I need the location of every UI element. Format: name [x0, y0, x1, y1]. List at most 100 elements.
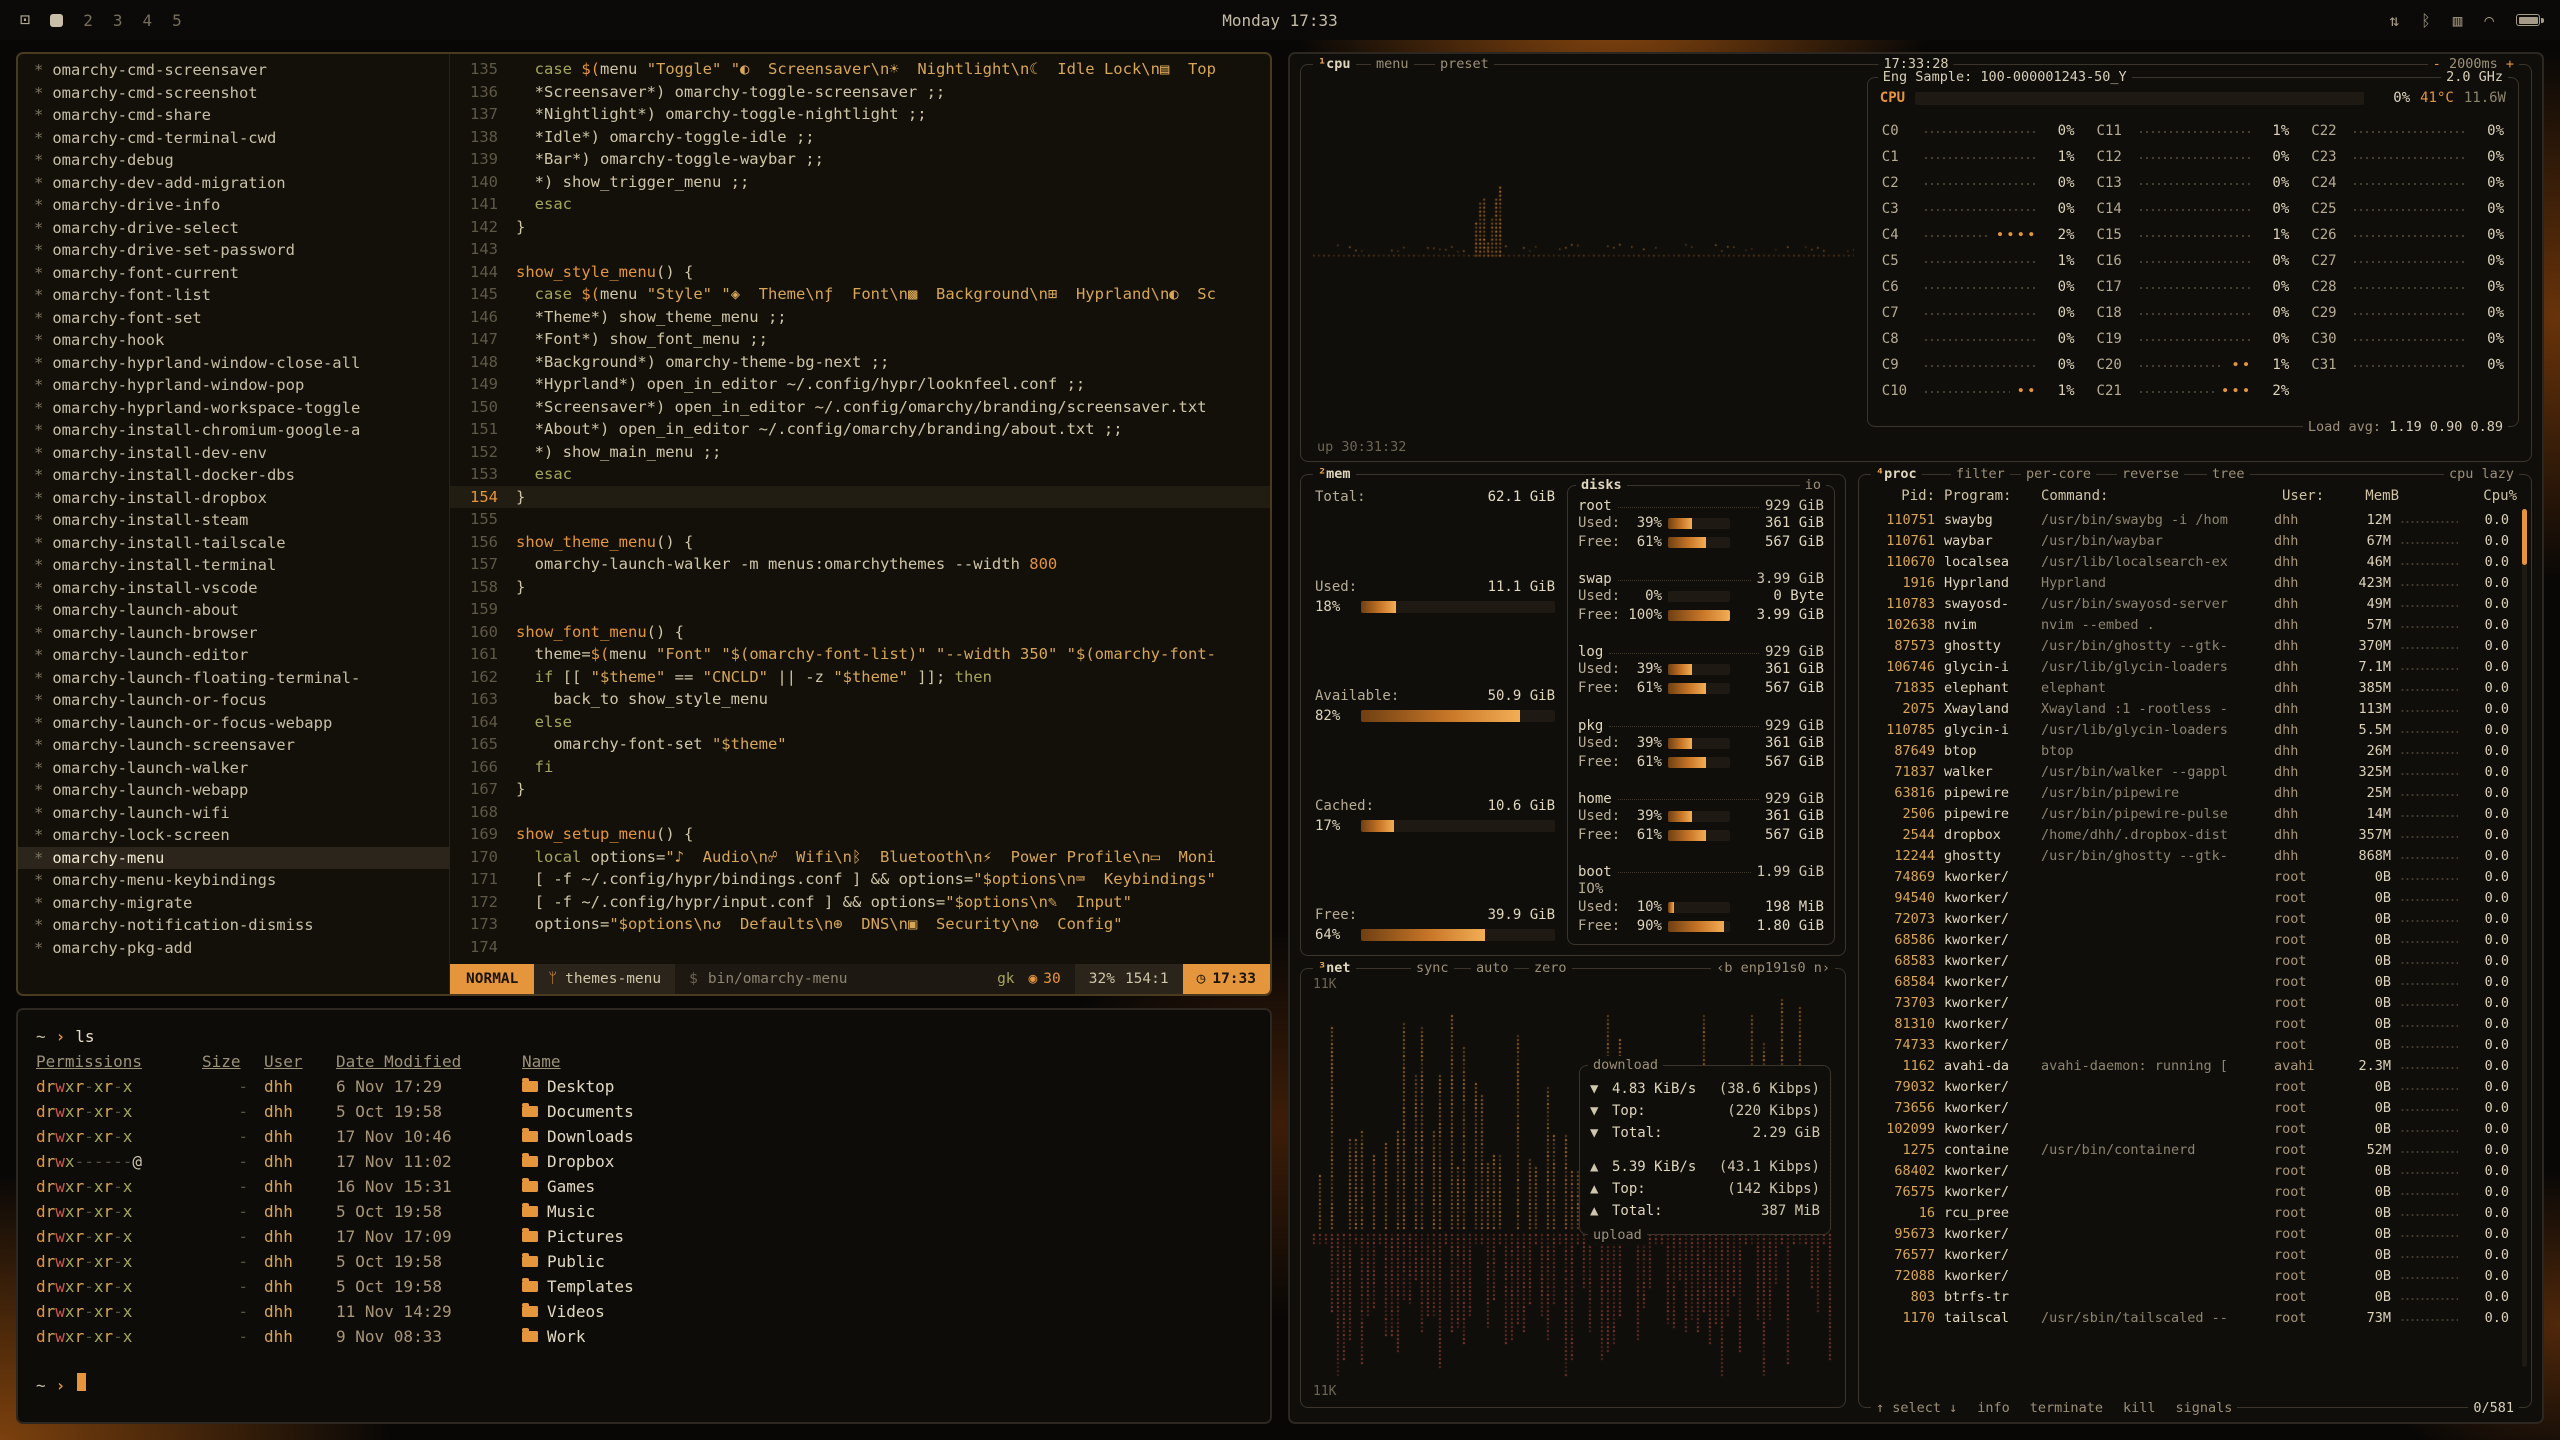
process-row[interactable]: 106746 glycin-i /usr/lib/glycin-loaders … — [1859, 656, 2523, 677]
process-row[interactable]: 72073 kworker/ root 0B 0.0 — [1859, 908, 2523, 929]
arrows-updown-icon[interactable]: ⇅ — [2389, 11, 2399, 30]
terminal-window[interactable]: ~ › ls Permissions Size User Date Modifi… — [16, 1008, 1272, 1424]
proc-tree-option[interactable]: tree — [2207, 465, 2250, 483]
process-row[interactable]: 110783 swayosd- /usr/bin/swayosd-server … — [1859, 593, 2523, 614]
process-row[interactable]: 1275 containe /usr/bin/containerd root 5… — [1859, 1139, 2523, 1160]
file-list-item[interactable]: * omarchy-cmd-share — [18, 104, 449, 127]
process-row[interactable]: 1916 Hyprland Hyprland dhh 423M 0.0 — [1859, 572, 2523, 593]
btop-menu-button[interactable]: menu — [1371, 55, 1414, 73]
file-list-item[interactable]: * omarchy-launch-editor — [18, 644, 449, 667]
file-list-item[interactable]: * omarchy-debug — [18, 149, 449, 172]
process-row[interactable]: 73703 kworker/ root 0B 0.0 — [1859, 992, 2523, 1013]
process-row[interactable]: 1162 avahi-da avahi-daemon: running [ av… — [1859, 1055, 2523, 1076]
process-row[interactable]: 2075 Xwayland Xwayland :1 -rootless - dh… — [1859, 698, 2523, 719]
header-mem[interactable]: MemB — [2343, 488, 2399, 504]
proc-reverse-option[interactable]: reverse — [2117, 465, 2184, 483]
process-row[interactable]: 2506 pipewire /usr/bin/pipewire-pulse dh… — [1859, 803, 2523, 824]
process-row[interactable]: 63816 pipewire /usr/bin/pipewire dhh 25M… — [1859, 782, 2523, 803]
file-list-item[interactable]: * omarchy-menu — [18, 847, 449, 870]
process-row[interactable]: 87649 btop btop dhh 26M 0.0 — [1859, 740, 2523, 761]
process-row[interactable]: 74869 kworker/ root 0B 0.0 — [1859, 866, 2523, 887]
code-pane[interactable]: 135 case $(menu "Toggle" "◐ Screensaver\… — [450, 54, 1270, 994]
io-tab[interactable]: io — [1805, 477, 1821, 493]
process-row[interactable]: 16 rcu_pree root 0B 0.0 — [1859, 1202, 2523, 1223]
process-row[interactable]: 87573 ghostty /usr/bin/ghostty --gtk- dh… — [1859, 635, 2523, 656]
process-row[interactable]: 95673 kworker/ root 0B 0.0 — [1859, 1223, 2523, 1244]
workspace-5[interactable]: 5 — [172, 11, 182, 30]
file-list-item[interactable]: * omarchy-hyprland-window-close-all — [18, 352, 449, 375]
file-list-item[interactable]: * omarchy-font-list — [18, 284, 449, 307]
proc-footer-button[interactable]: info — [1977, 1399, 2010, 1417]
workspace-3[interactable]: 3 — [113, 11, 123, 30]
file-list-item[interactable]: * omarchy-font-set — [18, 307, 449, 330]
file-list-item[interactable]: * omarchy-launch-webapp — [18, 779, 449, 802]
file-list-item[interactable]: * omarchy-install-tailscale — [18, 532, 449, 555]
file-list-item[interactable]: * omarchy-install-docker-dbs — [18, 464, 449, 487]
process-row[interactable]: 803 btrfs-tr root 0B 0.0 — [1859, 1286, 2523, 1307]
proc-footer-button[interactable]: signals — [2175, 1399, 2232, 1417]
process-row[interactable]: 76575 kworker/ root 0B 0.0 — [1859, 1181, 2523, 1202]
process-row[interactable]: 102638 nvim nvim --embed . dhh 57M 0.0 — [1859, 614, 2523, 635]
file-list-item[interactable]: * omarchy-launch-or-focus-webapp — [18, 712, 449, 735]
file-list-item[interactable]: * omarchy-hyprland-workspace-toggle — [18, 397, 449, 420]
file-list-item[interactable]: * omarchy-notification-dismiss — [18, 914, 449, 937]
file-list-item[interactable]: * omarchy-install-vscode — [18, 577, 449, 600]
process-row[interactable]: 74733 kworker/ root 0B 0.0 — [1859, 1034, 2523, 1055]
process-row[interactable]: 68586 kworker/ root 0B 0.0 — [1859, 929, 2523, 950]
file-list-item[interactable]: * omarchy-install-terminal — [18, 554, 449, 577]
workspace-2[interactable]: 2 — [83, 11, 93, 30]
file-list-item[interactable]: * omarchy-launch-screensaver — [18, 734, 449, 757]
file-list-item[interactable]: * omarchy-font-current — [18, 262, 449, 285]
btop-preset-button[interactable]: preset — [1435, 55, 1494, 73]
file-list-item[interactable]: * omarchy-lock-screen — [18, 824, 449, 847]
proc-sort-selector[interactable]: cpu lazy — [2444, 465, 2519, 483]
file-list-item[interactable]: * omarchy-migrate — [18, 892, 449, 915]
file-list-item[interactable]: * omarchy-launch-about — [18, 599, 449, 622]
header-command[interactable]: Command: — [2041, 488, 2273, 504]
wifi-icon[interactable]: ◠ — [2484, 11, 2494, 30]
file-list-item[interactable]: * omarchy-drive-info — [18, 194, 449, 217]
proc-footer-button[interactable]: ↑ select ↓ — [1876, 1399, 1957, 1417]
process-scrollbar[interactable] — [2522, 509, 2527, 1367]
net-interface-selector[interactable]: ‹b enp191s0 n› — [1711, 959, 1835, 977]
proc-percore-option[interactable]: per-core — [2021, 465, 2096, 483]
file-list-item[interactable]: * omarchy-launch-wifi — [18, 802, 449, 825]
bluetooth-icon[interactable]: ᛒ — [2421, 11, 2431, 30]
process-row[interactable]: 110670 localsea /usr/lib/localsearch-ex … — [1859, 551, 2523, 572]
file-list-item[interactable]: * omarchy-menu-keybindings — [18, 869, 449, 892]
process-row[interactable]: 110785 glycin-i /usr/lib/glycin-loaders … — [1859, 719, 2523, 740]
file-list-item[interactable]: * omarchy-install-dropbox — [18, 487, 449, 510]
proc-filter-option[interactable]: filter — [1951, 465, 2010, 483]
process-row[interactable]: 72088 kworker/ root 0B 0.0 — [1859, 1265, 2523, 1286]
workspace-4[interactable]: 4 — [143, 11, 153, 30]
header-cpu[interactable]: Cpu% — [2475, 488, 2517, 504]
process-row[interactable]: 1170 tailscal /usr/sbin/tailscaled -- ro… — [1859, 1307, 2523, 1328]
file-list-item[interactable]: * omarchy-dev-add-migration — [18, 172, 449, 195]
net-zero-option[interactable]: zero — [1529, 959, 1572, 977]
system-monitor-icon[interactable]: ▥ — [2453, 11, 2463, 30]
process-row[interactable]: 110761 waybar /usr/bin/waybar dhh 67M 0.… — [1859, 530, 2523, 551]
file-list-item[interactable]: * omarchy-install-dev-env — [18, 442, 449, 465]
prompt-line-empty[interactable]: ~ › — [36, 1373, 1252, 1398]
process-row[interactable]: 79032 kworker/ root 0B 0.0 — [1859, 1076, 2523, 1097]
process-row[interactable]: 94540 kworker/ root 0B 0.0 — [1859, 887, 2523, 908]
header-program[interactable]: Program: — [1944, 488, 2032, 504]
header-pid[interactable]: Pid: — [1871, 488, 1935, 504]
file-list-item[interactable]: * omarchy-cmd-terminal-cwd — [18, 127, 449, 150]
battery-icon[interactable] — [2516, 14, 2540, 26]
process-row[interactable]: 12244 ghostty /usr/bin/ghostty --gtk- dh… — [1859, 845, 2523, 866]
file-list-item[interactable]: * omarchy-launch-browser — [18, 622, 449, 645]
file-list-item[interactable]: * omarchy-pkg-add — [18, 937, 449, 960]
process-row[interactable]: 110751 swaybg /usr/bin/swaybg -i /hom dh… — [1859, 509, 2523, 530]
header-user[interactable]: User: — [2282, 488, 2334, 504]
launcher-icon[interactable]: ⊡ — [20, 10, 30, 30]
file-list-item[interactable]: * omarchy-launch-walker — [18, 757, 449, 780]
process-row[interactable]: 73656 kworker/ root 0B 0.0 — [1859, 1097, 2523, 1118]
file-list-item[interactable]: * omarchy-launch-floating-terminal- — [18, 667, 449, 690]
net-auto-option[interactable]: auto — [1471, 959, 1514, 977]
net-sync-option[interactable]: sync — [1411, 959, 1454, 977]
process-row[interactable]: 68402 kworker/ root 0B 0.0 — [1859, 1160, 2523, 1181]
file-list-item[interactable]: * omarchy-drive-set-password — [18, 239, 449, 262]
file-list-item[interactable]: * omarchy-install-chromium-google-a — [18, 419, 449, 442]
proc-footer-button[interactable]: kill — [2123, 1399, 2156, 1417]
